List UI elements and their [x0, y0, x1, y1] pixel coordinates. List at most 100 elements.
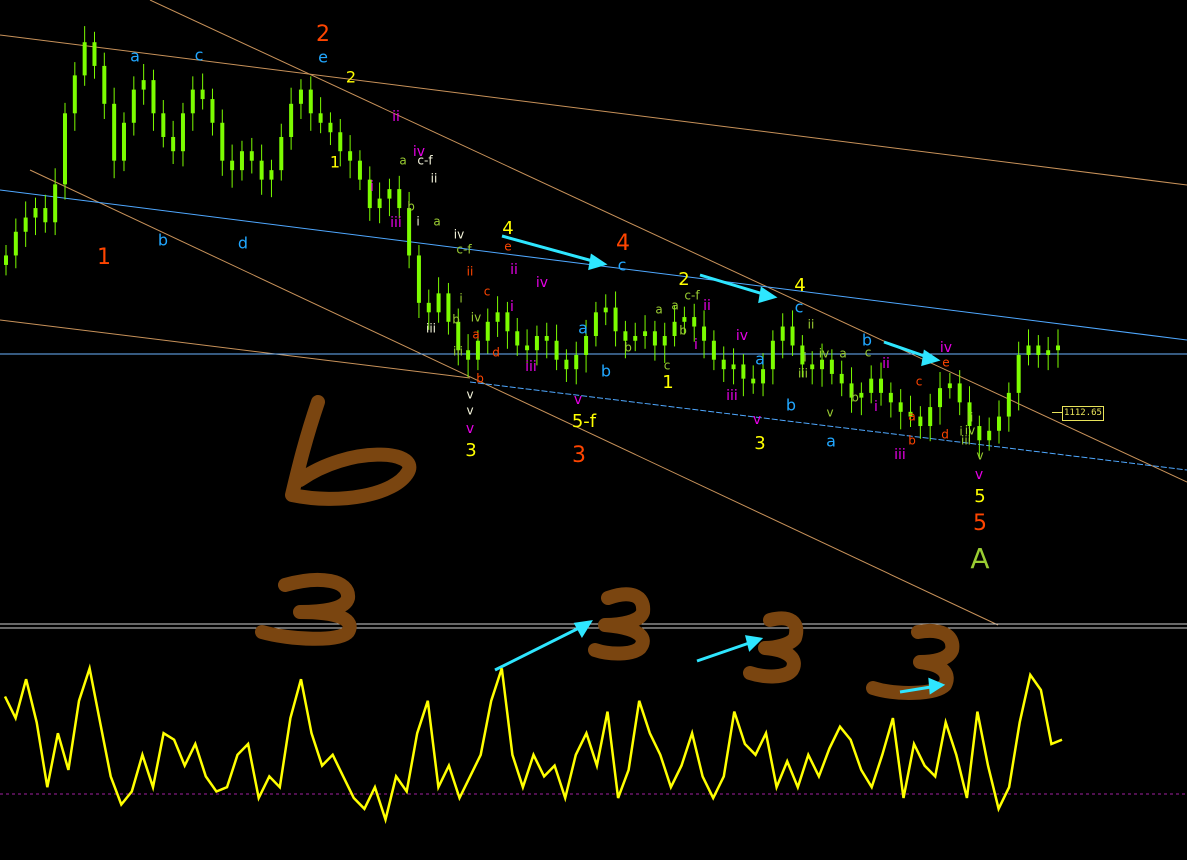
candle-body	[751, 378, 756, 384]
wave-label: e	[504, 240, 511, 254]
wave-label: ii	[703, 298, 711, 314]
wave-label: iv	[471, 311, 481, 325]
candle-body	[269, 170, 274, 180]
candle-body	[92, 42, 97, 66]
wave-label: a	[472, 328, 479, 342]
wave-label: b	[158, 231, 168, 250]
candle-body	[947, 383, 952, 389]
wave-label: 4	[616, 231, 630, 256]
candle-body	[161, 113, 166, 137]
wave-label: iii	[525, 359, 537, 375]
candle-body	[200, 89, 205, 100]
wave-label: c-f	[456, 243, 472, 257]
wave-label: d	[492, 346, 500, 360]
candle-body	[259, 160, 264, 180]
candle-body	[544, 336, 549, 341]
wave-label: a	[671, 299, 678, 313]
wave-label: A	[970, 542, 989, 575]
candle-body	[102, 65, 107, 104]
wave-label: 1	[97, 245, 111, 270]
wave-label: 3	[754, 433, 765, 454]
wave-label: iv	[736, 328, 748, 344]
price-tag: 1112.65	[1062, 406, 1104, 421]
candle-body	[72, 75, 77, 114]
candle-body	[741, 364, 746, 379]
wave-label: c	[795, 298, 804, 317]
wave-label: v	[466, 388, 473, 402]
wave-label: e	[942, 356, 949, 370]
wave-label: 5	[973, 511, 987, 536]
candle-body	[957, 383, 962, 403]
candle-body	[298, 89, 303, 104]
candle-body	[633, 336, 638, 341]
candle-body	[928, 407, 933, 427]
candle-body	[997, 416, 1002, 431]
candle-body	[761, 369, 766, 384]
candle-body	[554, 340, 559, 360]
wave-label: e	[318, 48, 328, 67]
wave-label: d	[238, 234, 248, 253]
candle-body	[1026, 345, 1031, 355]
wave-label: v	[826, 406, 833, 420]
candle-body	[1016, 354, 1021, 393]
wave-label: iii	[961, 434, 971, 448]
wave-label: iv	[536, 275, 548, 291]
candle-body	[357, 160, 362, 180]
wave-label: a	[655, 303, 662, 317]
wave-label: i	[510, 299, 514, 315]
wave-label: a	[130, 47, 140, 66]
candle-body	[289, 103, 294, 137]
candle-body	[820, 359, 825, 370]
candle-body	[672, 321, 677, 337]
candle-body	[938, 388, 943, 408]
wave-label: iv	[454, 228, 464, 242]
candle-body	[898, 402, 903, 412]
candle-body	[859, 392, 864, 398]
candle-body	[82, 42, 87, 76]
candle-body	[210, 99, 215, 123]
candle-body	[230, 160, 235, 171]
chart-canvas: 1a c2e2b d1iiiiiiiva c-fiibi aivc-fiiibiiiiv…	[0, 0, 1187, 860]
candle-body	[151, 80, 156, 114]
candle-body	[53, 184, 58, 223]
wave-label: 5	[974, 486, 985, 507]
candle-body	[475, 340, 480, 360]
candle-body	[387, 189, 392, 199]
candle-body	[780, 326, 785, 341]
wave-label: 1	[330, 153, 340, 172]
wave-label: iii	[453, 345, 463, 359]
candle-body	[515, 331, 520, 346]
wave-label: a	[826, 432, 836, 451]
candle-body	[180, 113, 185, 152]
candle-body	[505, 312, 510, 332]
candle-body	[564, 359, 569, 370]
candle-body	[593, 312, 598, 337]
candle-body	[436, 293, 441, 313]
wave-label: 4	[794, 275, 805, 296]
candle-body	[348, 151, 353, 161]
wave-label: 5-f	[572, 411, 597, 432]
wave-label: c	[916, 375, 923, 389]
candle-body	[613, 307, 618, 332]
wave-label: 2	[678, 269, 689, 290]
wave-label: iii	[426, 322, 436, 336]
candle-body	[731, 364, 736, 370]
candle-body	[397, 189, 402, 209]
candle-body	[692, 317, 697, 327]
candle-body	[328, 122, 333, 133]
candle-body	[407, 208, 412, 256]
wave-label: b	[851, 391, 859, 405]
wave-label: 3	[465, 440, 476, 461]
wave-label: c	[618, 256, 627, 275]
wave-label: b	[476, 372, 484, 386]
wave-label: v	[975, 467, 983, 483]
wave-label: iii	[726, 388, 738, 404]
candle-body	[416, 255, 421, 303]
candle-body	[141, 80, 146, 90]
candle-body	[62, 113, 67, 185]
candle-body	[33, 208, 38, 218]
candle-body	[220, 122, 225, 161]
wave-label: ii	[431, 172, 438, 186]
candle-body	[977, 426, 982, 441]
candle-body	[446, 293, 451, 322]
